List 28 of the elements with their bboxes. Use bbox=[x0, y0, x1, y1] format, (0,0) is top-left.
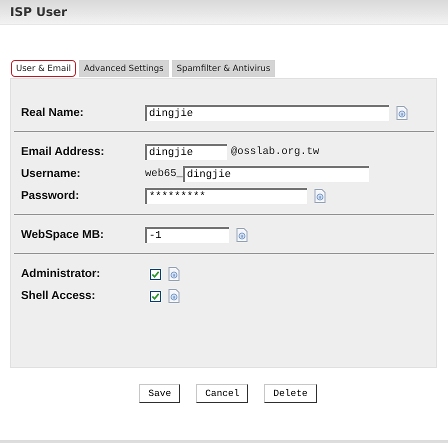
input-field[interactable]: dingjie bbox=[145, 144, 227, 160]
form-button[interactable]: Delete bbox=[264, 384, 317, 403]
field-label: Username: bbox=[20, 168, 82, 180]
checkbox[interactable] bbox=[150, 290, 161, 302]
tab[interactable]: User & Email bbox=[11, 60, 76, 77]
field-label: WebSpace MB: bbox=[20, 229, 105, 241]
tab[interactable]: Advanced Settings bbox=[79, 60, 169, 77]
form-button[interactable]: Cancel bbox=[196, 384, 248, 403]
page-title: ISP User bbox=[10, 5, 68, 19]
input-field[interactable]: ********* bbox=[145, 188, 307, 204]
checkbox[interactable] bbox=[150, 268, 161, 280]
input-field[interactable]: -1 bbox=[145, 227, 229, 243]
field-label: Shell Access: bbox=[20, 290, 96, 302]
input-field[interactable]: dingjie bbox=[182, 166, 369, 182]
tab[interactable]: Spamfilter & Antivirus bbox=[172, 60, 276, 77]
field-label: Password: bbox=[20, 190, 80, 202]
info-icon[interactable] bbox=[314, 189, 326, 203]
info-icon[interactable] bbox=[396, 106, 408, 120]
username-prefix: web65_ bbox=[145, 168, 183, 180]
field-label: Real Name: bbox=[20, 107, 85, 119]
input-field[interactable]: dingjie bbox=[145, 105, 389, 121]
email-domain: @osslab.org.tw bbox=[231, 146, 320, 158]
info-icon[interactable] bbox=[236, 228, 248, 242]
form-button[interactable]: Save bbox=[139, 384, 180, 403]
info-icon[interactable] bbox=[168, 289, 180, 303]
field-label: Administrator: bbox=[20, 268, 102, 280]
field-label: Email Address: bbox=[20, 146, 106, 158]
info-icon[interactable] bbox=[168, 267, 180, 281]
